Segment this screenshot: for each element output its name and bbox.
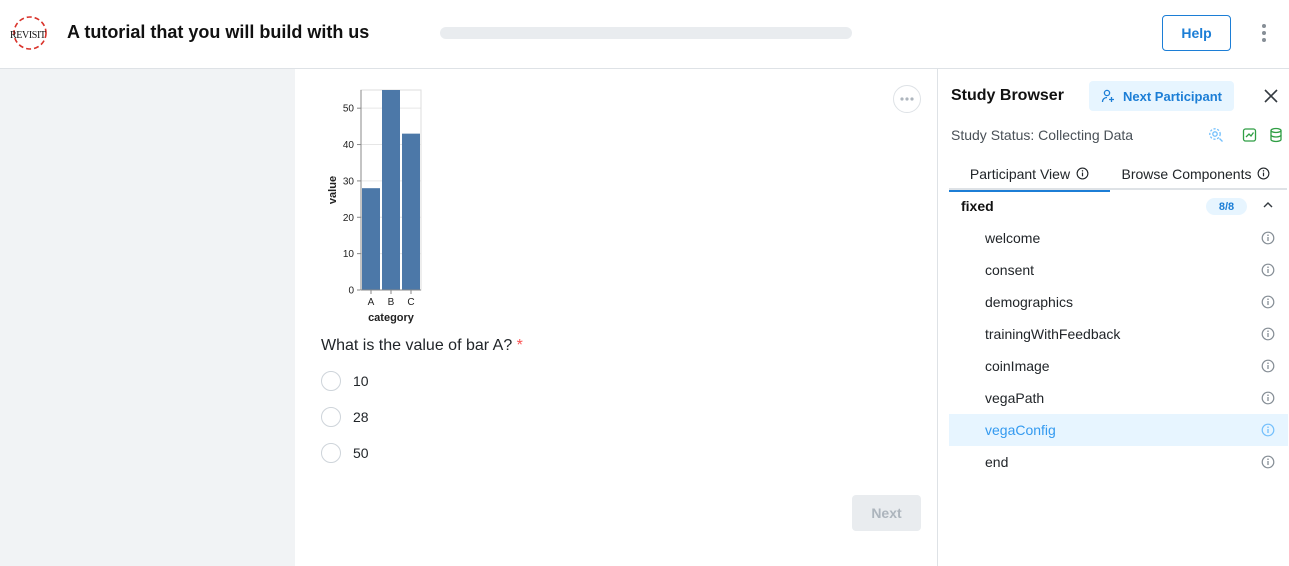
- y-tick-label: 40: [343, 140, 355, 151]
- list-item[interactable]: welcome: [949, 222, 1288, 254]
- y-tick-label: 10: [343, 249, 355, 260]
- y-tick-label: 20: [343, 213, 355, 224]
- sequence-group-fixed[interactable]: fixed 8/8: [949, 192, 1287, 220]
- tab-browse-components[interactable]: Browse Components: [1110, 157, 1282, 190]
- more-menu-button[interactable]: [1253, 22, 1275, 44]
- x-axis-title: category: [368, 312, 415, 324]
- radio-button[interactable]: [321, 371, 341, 391]
- study-progress-bar: [440, 27, 852, 39]
- radio-option[interactable]: 50: [321, 443, 369, 463]
- study-browser-panel: Study Browser Next Participant Study Sta…: [937, 69, 1289, 566]
- tab-label: Browse Components: [1121, 165, 1252, 182]
- list-item-label: coinImage: [985, 358, 1050, 374]
- info-icon: [1258, 167, 1270, 180]
- settings-gear-icon[interactable]: [1208, 127, 1224, 143]
- revisit-logo: REVISIT: [10, 16, 47, 50]
- y-tick-label: 30: [343, 176, 355, 187]
- group-name: fixed: [961, 198, 994, 214]
- left-gutter: [0, 69, 295, 566]
- list-item[interactable]: vegaConfig: [949, 414, 1288, 446]
- list-item-label: welcome: [985, 230, 1041, 246]
- list-item[interactable]: demographics: [949, 286, 1288, 318]
- tab-label: Participant View: [969, 165, 1071, 182]
- kebab-icon: [1262, 24, 1266, 42]
- database-icon[interactable]: [1269, 127, 1285, 143]
- info-icon[interactable]: [1261, 455, 1275, 469]
- next-participant-button[interactable]: Next Participant: [1089, 81, 1234, 111]
- list-item[interactable]: trainingWithFeedback: [949, 318, 1288, 350]
- radio-label: 50: [353, 445, 369, 461]
- x-tick-label: A: [368, 297, 375, 308]
- list-item[interactable]: end: [949, 446, 1288, 478]
- next-button[interactable]: Next: [852, 495, 921, 531]
- radio-button[interactable]: [321, 407, 341, 427]
- info-icon: [1076, 167, 1089, 180]
- bar-chart: 0 10 20 30 40 50 A B Ccategory value: [327, 89, 422, 324]
- info-icon[interactable]: [1261, 263, 1275, 277]
- info-icon[interactable]: [1261, 295, 1275, 309]
- question-text: What is the value of bar A? *: [321, 337, 523, 355]
- info-icon[interactable]: [1261, 391, 1275, 405]
- radio-label: 28: [353, 409, 369, 425]
- list-item[interactable]: coinImage: [949, 350, 1288, 382]
- horizontal-dots-icon: [900, 97, 914, 101]
- list-item[interactable]: consent: [949, 254, 1288, 286]
- radio-label: 10: [353, 373, 369, 389]
- tab-participant-view[interactable]: Participant View: [949, 157, 1110, 192]
- bar-b: [382, 90, 400, 290]
- bar-a: [362, 188, 380, 290]
- list-item-label: demographics: [985, 294, 1073, 310]
- study-browser-title: Study Browser: [951, 87, 1064, 104]
- question-label: What is the value of bar A?: [321, 337, 513, 354]
- study-status: Study Status: Collecting Data: [951, 127, 1134, 143]
- list-item-label: consent: [985, 262, 1035, 278]
- info-icon[interactable]: [1261, 359, 1275, 373]
- list-item-label: end: [985, 454, 1009, 470]
- x-tick-label: B: [388, 297, 395, 308]
- info-icon[interactable]: [1261, 231, 1275, 245]
- list-item-label: trainingWithFeedback: [985, 326, 1121, 342]
- chart-actions-button[interactable]: [893, 85, 921, 113]
- list-item-label: vegaConfig: [985, 422, 1056, 438]
- bar-c: [402, 133, 420, 290]
- page-title: A tutorial that you will build with us: [67, 22, 370, 42]
- info-icon[interactable]: [1261, 327, 1275, 341]
- next-participant-label: Next Participant: [1123, 88, 1222, 104]
- radio-option[interactable]: 28: [321, 407, 369, 427]
- y-axis-title: value: [327, 176, 339, 204]
- required-mark: *: [516, 337, 523, 354]
- logo-text: REVISIT: [10, 30, 46, 41]
- close-icon[interactable]: [1261, 86, 1281, 106]
- analytics-chart-icon[interactable]: [1242, 127, 1258, 143]
- chevron-up-icon[interactable]: [1261, 198, 1275, 212]
- list-item-label: vegaPath: [985, 390, 1045, 406]
- help-button[interactable]: Help: [1162, 15, 1231, 51]
- study-browser-tabs: Participant View Browse Components: [949, 157, 1287, 192]
- add-user-icon: [1101, 89, 1114, 103]
- x-tick-label: C: [407, 297, 414, 308]
- group-count-badge: 8/8: [1206, 198, 1247, 215]
- list-item[interactable]: vegaPath: [949, 382, 1288, 414]
- y-tick-label: 50: [343, 104, 355, 115]
- app-header: REVISIT A tutorial that you will build w…: [0, 0, 1289, 69]
- radio-button[interactable]: [321, 443, 341, 463]
- info-icon[interactable]: [1261, 423, 1275, 437]
- radio-option[interactable]: 10: [321, 371, 369, 391]
- y-tick-label: 0: [348, 286, 354, 297]
